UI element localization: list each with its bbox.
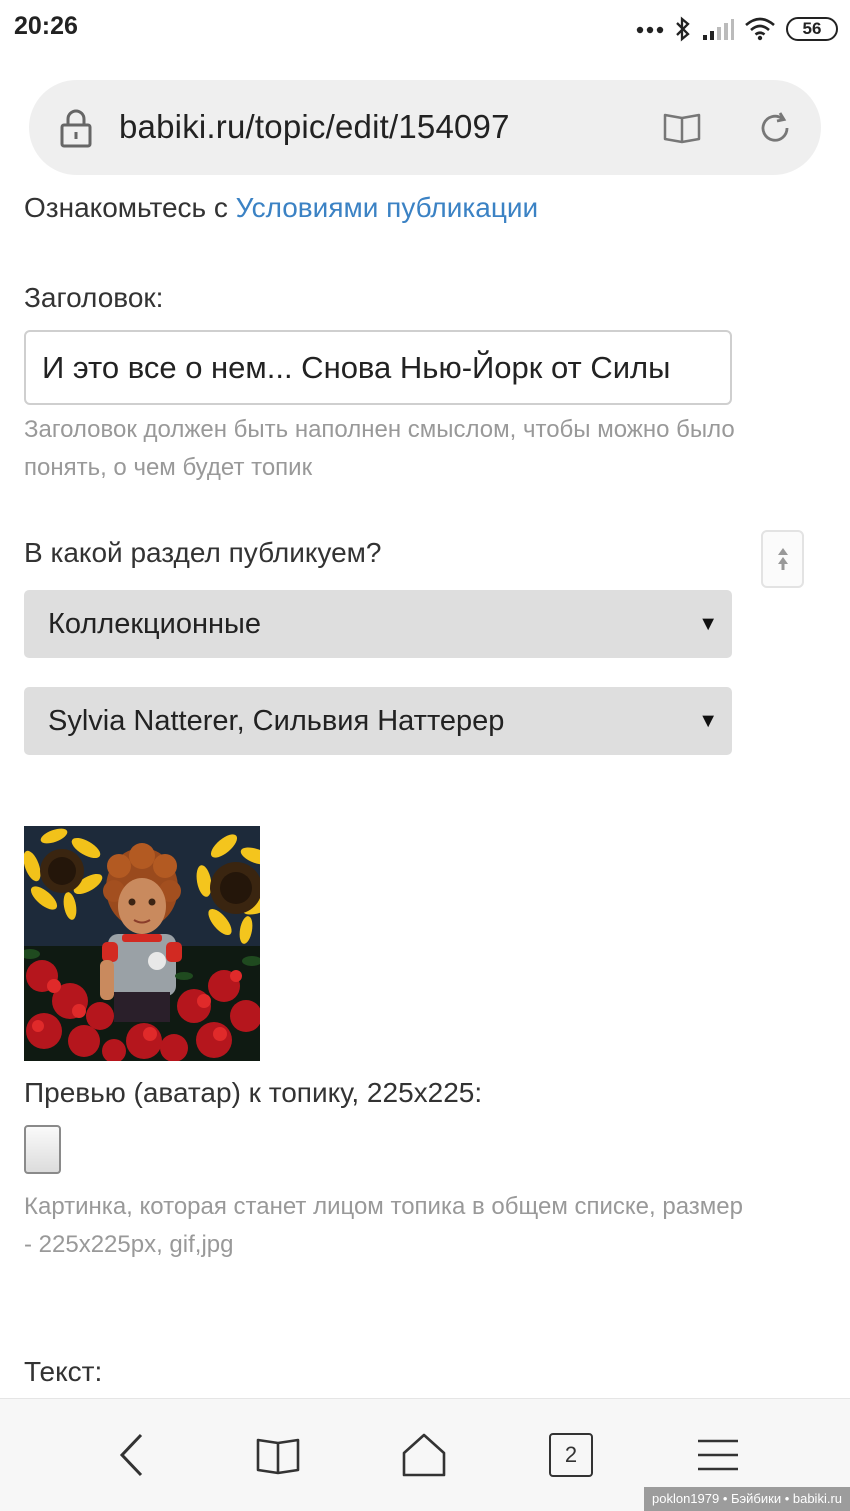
double-arrow-up-icon xyxy=(777,548,788,570)
subsection-select-value: Sylvia Natterer, Сильвия Наттерер xyxy=(48,705,505,737)
status-time: 20:26 xyxy=(14,12,78,40)
reload-icon[interactable] xyxy=(757,110,793,151)
watermark: poklon1979 • Бэйбики • babiki.ru xyxy=(644,1487,850,1511)
battery-icon: 56 xyxy=(786,17,838,41)
preview-file-input[interactable] xyxy=(24,1125,61,1174)
bookmarks-icon xyxy=(256,1438,300,1475)
preview-label: Превью (аватар) к топику, 225x225: xyxy=(24,1077,483,1108)
title-hint: Заголовок должен быть наполнен смыслом, … xyxy=(24,416,735,481)
back-icon xyxy=(119,1433,143,1477)
status-icons: 56 xyxy=(636,14,838,44)
lock-icon xyxy=(59,108,93,153)
section-select-value: Коллекционные xyxy=(48,608,261,640)
status-bar: 20:26 56 xyxy=(0,0,850,58)
address-bar[interactable]: babiki.ru/topic/edit/154097 xyxy=(29,80,821,175)
dropdown-arrow-icon: ▼ xyxy=(698,710,718,732)
scroll-to-top-button[interactable] xyxy=(761,530,804,588)
home-button[interactable] xyxy=(394,1425,454,1485)
terms-link[interactable]: Условиями публикации xyxy=(236,192,538,223)
wifi-icon xyxy=(744,17,776,41)
bookmarks-button[interactable] xyxy=(248,1425,308,1485)
bluetooth-icon xyxy=(674,16,692,42)
reader-mode-icon[interactable] xyxy=(662,110,702,149)
section-label: В какой раздел публикуем? xyxy=(24,537,382,568)
url-text[interactable]: babiki.ru/topic/edit/154097 xyxy=(119,108,510,146)
text-label: Текст: xyxy=(24,1356,103,1387)
title-label: Заголовок: xyxy=(24,282,164,313)
title-input[interactable]: И это все о нем... Снова Нью-Йорк от Сил… xyxy=(24,330,732,405)
subsection-select[interactable]: Sylvia Natterer, Сильвия Наттерер ▼ xyxy=(24,687,732,755)
signal-icon xyxy=(702,17,734,41)
home-icon xyxy=(402,1433,446,1477)
back-button[interactable] xyxy=(102,1425,162,1485)
dropdown-arrow-icon: ▼ xyxy=(698,613,718,635)
terms-prefix: Ознакомьтесь с xyxy=(24,192,228,223)
more-dots-icon xyxy=(636,24,664,34)
tabs-button[interactable]: 2 xyxy=(541,1425,601,1485)
preview-hint: Картинка, которая станет лицом топика в … xyxy=(24,1193,743,1258)
menu-icon xyxy=(698,1439,738,1471)
menu-button[interactable] xyxy=(688,1425,748,1485)
terms-notice: Ознакомьтесь с Условиями публикации xyxy=(24,192,538,224)
section-select[interactable]: Коллекционные ▼ xyxy=(24,590,732,658)
topic-preview-image xyxy=(24,826,260,1061)
tabs-icon: 2 xyxy=(549,1433,593,1477)
